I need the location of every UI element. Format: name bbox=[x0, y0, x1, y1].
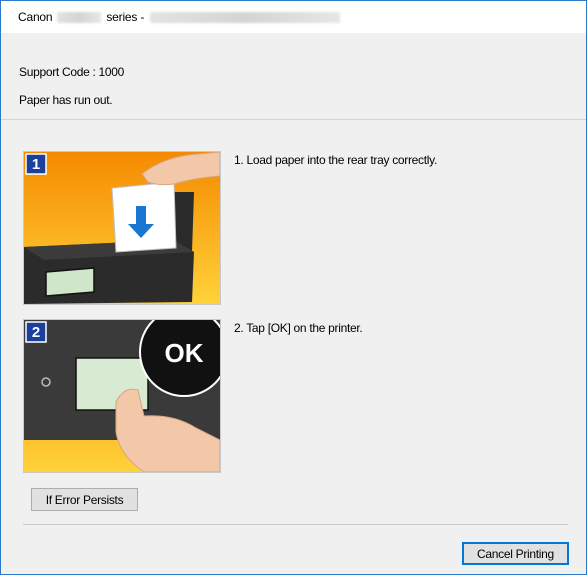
cancel-printing-button[interactable]: Cancel Printing bbox=[462, 542, 569, 565]
title-bar: Canon series - bbox=[1, 1, 586, 33]
load-paper-illustration-icon: 1 bbox=[24, 152, 220, 304]
divider bbox=[1, 119, 586, 120]
error-dialog-window: Canon series - Support Code : 1000 Paper … bbox=[0, 0, 587, 575]
step-2-illustration: OK 2 bbox=[23, 319, 221, 473]
step-2-text: 2. Tap [OK] on the printer. bbox=[234, 321, 363, 335]
if-error-persists-button[interactable]: If Error Persists bbox=[31, 488, 138, 511]
step-1-text: 1. Load paper into the rear tray correct… bbox=[234, 153, 437, 167]
divider bbox=[23, 524, 568, 525]
ok-overlay-text: OK bbox=[165, 338, 204, 368]
window-title: Canon series - bbox=[18, 10, 341, 24]
step-1-illustration: 1 bbox=[23, 151, 221, 305]
step-1-badge: 1 bbox=[32, 156, 40, 173]
tap-ok-illustration-icon: OK 2 bbox=[24, 320, 220, 472]
step-2-badge: 2 bbox=[32, 324, 40, 341]
title-series: series - bbox=[106, 10, 145, 24]
title-brand: Canon bbox=[18, 10, 53, 24]
redacted-port-name bbox=[150, 12, 341, 24]
support-code: Support Code : 1000 bbox=[19, 65, 125, 79]
error-message: Paper has run out. bbox=[19, 93, 113, 107]
redacted-model-name bbox=[57, 12, 102, 24]
